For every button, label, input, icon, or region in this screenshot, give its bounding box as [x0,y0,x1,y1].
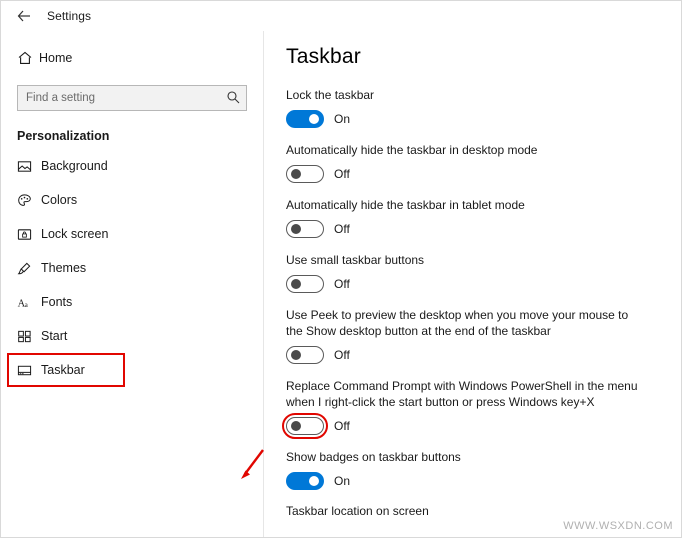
toggle-small-taskbar-buttons[interactable] [286,275,324,293]
setting-auto-hide-desktop-mode: Automatically hide the taskbar in deskto… [286,142,663,183]
setting-label: Automatically hide the taskbar in deskto… [286,142,646,158]
brush-icon [17,261,41,276]
toggle-row: Off [286,346,663,364]
setting-lock-the-taskbar: Lock the taskbar On [286,87,663,128]
window-title: Settings [47,9,91,23]
setting-label: Use Peek to preview the desktop when you… [286,307,646,339]
setting-auto-hide-tablet-mode: Automatically hide the taskbar in tablet… [286,197,663,238]
sidebar-item-colors[interactable]: Colors [1,183,263,217]
image-icon [17,159,41,174]
svg-text:a: a [25,300,29,309]
setting-label: Use small taskbar buttons [286,252,646,268]
back-arrow-icon[interactable] [9,3,39,29]
home-icon [17,50,39,66]
sidebar-item-start-label: Start [41,329,67,343]
sidebar-item-home-label: Home [39,51,72,65]
toggle-knob [291,224,301,234]
search-icon[interactable] [225,89,241,105]
toggle-knob [291,279,301,289]
toggle-state-label: On [334,474,350,488]
watermark: WWW.WSXDN.COM [563,520,673,532]
sidebar-item-fonts-label: Fonts [41,295,72,309]
setting-label: Replace Command Prompt with Windows Powe… [286,378,646,410]
toggle-row: On [286,472,663,490]
search-input[interactable] [17,85,247,111]
toggle-state-label: On [334,112,350,126]
setting-use-peek: Use Peek to preview the desktop when you… [286,307,663,364]
sidebar-item-colors-label: Colors [41,193,77,207]
toggle-knob [291,169,301,179]
taskbar-icon [17,363,41,378]
sidebar-item-themes-label: Themes [41,261,86,275]
toggle-state-label: Off [334,167,350,181]
start-icon [17,329,41,344]
sidebar-item-taskbar-label: Taskbar [41,363,85,377]
toggle-knob [291,350,301,360]
sidebar-item-background[interactable]: Background [1,149,263,183]
toggle-lock-the-taskbar[interactable] [286,110,324,128]
setting-label: Lock the taskbar [286,87,646,103]
red-arrow-pointer-icon [237,448,267,488]
setting-small-taskbar-buttons: Use small taskbar buttons Off [286,252,663,293]
sidebar-item-fonts[interactable]: A a Fonts [1,285,263,319]
sidebar-item-background-label: Background [41,159,108,173]
main-panel: Taskbar Lock the taskbar On Automaticall… [264,31,681,537]
toggle-row: On [286,110,663,128]
setting-taskbar-location-label: Taskbar location on screen [286,504,663,518]
sidebar-item-home[interactable]: Home [1,41,263,75]
fonts-icon: A a [17,295,41,310]
lock-screen-icon [17,227,41,242]
window-body: Home Personalization [1,31,681,537]
toggle-state-label: Off [334,348,350,362]
sidebar-item-themes[interactable]: Themes [1,251,263,285]
toggle-state-label: Off [334,222,350,236]
sidebar-item-lock-screen[interactable]: Lock screen [1,217,263,251]
toggle-knob [291,421,301,431]
sidebar-item-taskbar[interactable]: Taskbar [7,353,125,387]
sidebar-section-title: Personalization [17,129,263,143]
sidebar-item-start[interactable]: Start [1,319,263,353]
setting-replace-command-prompt: Replace Command Prompt with Windows Powe… [286,378,663,435]
sidebar: Home Personalization [1,31,263,537]
page-title: Taskbar [286,45,663,69]
setting-label: Show badges on taskbar buttons [286,449,646,465]
sidebar-item-lock-screen-label: Lock screen [41,227,108,241]
toggle-row: Off [286,417,663,435]
toggle-row: Off [286,165,663,183]
setting-show-badges: Show badges on taskbar buttons On [286,449,663,490]
toggle-show-badges[interactable] [286,472,324,490]
settings-window: Settings Home [0,0,682,538]
toggle-state-label: Off [334,419,350,433]
toggle-row: Off [286,220,663,238]
toggle-state-label: Off [334,277,350,291]
toggle-knob [309,476,319,486]
toggle-knob [309,114,319,124]
search-box[interactable] [17,85,247,111]
toggle-auto-hide-tablet-mode[interactable] [286,220,324,238]
title-bar: Settings [1,1,681,31]
toggle-auto-hide-desktop-mode[interactable] [286,165,324,183]
palette-icon [17,193,41,208]
toggle-row: Off [286,275,663,293]
toggle-replace-command-prompt[interactable] [286,417,324,435]
setting-label: Automatically hide the taskbar in tablet… [286,197,646,213]
toggle-use-peek[interactable] [286,346,324,364]
